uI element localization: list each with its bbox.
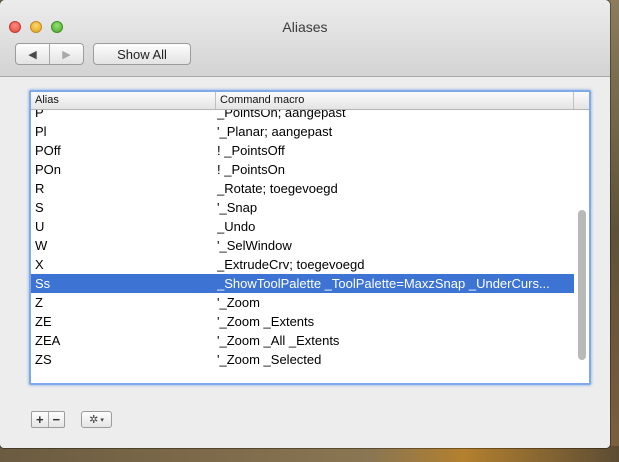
table-row[interactable]: W '_SelWindow <box>31 236 574 255</box>
alias-cell: ZS <box>35 352 52 367</box>
table-row[interactable]: X _ExtrudeCrv; toegevoegd <box>31 255 574 274</box>
scrollbar-thumb[interactable] <box>578 210 586 360</box>
table-row[interactable]: Z '_Zoom <box>31 293 574 312</box>
table-row[interactable]: ZEA '_Zoom _All _Extents <box>31 331 574 350</box>
alias-cell: P <box>35 110 44 120</box>
command-macro-cell: _Undo <box>217 219 256 234</box>
add-remove-control: + − <box>31 411 65 428</box>
title-bar: Aliases ◀ ▶ Show All <box>0 0 610 77</box>
chevron-down-icon: ▾ <box>100 416 104 424</box>
command-macro-cell: ! _PointsOn <box>217 162 285 177</box>
table-row[interactable]: Ss _ShowToolPalette _ToolPalette=MaxzSnap… <box>31 274 574 293</box>
table-row[interactable]: R _Rotate; toegevoegd <box>31 179 574 198</box>
desktop-background <box>609 0 619 462</box>
command-macro-cell: '_Zoom _Selected <box>217 352 322 367</box>
right-triangle-icon: ▶ <box>62 48 71 61</box>
alias-cell: U <box>35 219 45 234</box>
gear-icon: ✲ <box>89 414 99 426</box>
command-macro-cell: _Rotate; toegevoegd <box>217 181 338 196</box>
back-button[interactable]: ◀ <box>16 44 50 64</box>
alias-cell: S <box>35 200 44 215</box>
table-row[interactable]: ZE '_Zoom _Extents <box>31 312 574 331</box>
command-macro-cell: '_Planar; aangepast <box>217 124 333 139</box>
command-macro-cell: '_Zoom _Extents <box>217 314 315 329</box>
alias-cell: W <box>35 238 48 253</box>
command-macro-cell: ! _PointsOff <box>217 143 285 158</box>
vertical-scrollbar[interactable] <box>574 110 589 383</box>
aliases-table: Alias Command macro P _PointsOn; aangepas… <box>29 90 591 385</box>
table-row[interactable]: POff ! _PointsOff <box>31 141 574 160</box>
command-macro-cell: _PointsOn; aangepast <box>217 110 346 120</box>
table-row[interactable]: ZS '_Zoom _Selected <box>31 350 574 369</box>
command-macro-cell: _ExtrudeCrv; toegevoegd <box>217 257 365 272</box>
alias-cell: Pl <box>35 124 47 139</box>
alias-cell: ZEA <box>35 333 61 348</box>
left-triangle-icon: ◀ <box>28 48 37 61</box>
alias-cell: POn <box>35 162 62 177</box>
column-header-command-macro[interactable]: Command macro <box>215 92 304 109</box>
alias-cell: Ss <box>35 276 51 291</box>
column-header-filler <box>573 92 590 109</box>
command-macro-cell: '_Zoom _All _Extents <box>217 333 340 348</box>
table-header: Alias Command macro <box>31 92 589 110</box>
aliases-window: Aliases ◀ ▶ Show All Alias Command macro… <box>0 0 610 448</box>
show-all-button[interactable]: Show All <box>93 43 191 65</box>
alias-cell: Z <box>35 295 43 310</box>
command-macro-cell: _ShowToolPalette _ToolPalette=MaxzSnap _… <box>217 276 550 291</box>
table-body: P _PointsOn; aangepast Pl '_Planar; aangepa… <box>31 110 574 383</box>
table-row[interactable]: P _PointsOn; aangepast <box>31 110 574 122</box>
desktop-background-bottom <box>0 446 619 462</box>
window-title: Aliases <box>282 19 328 35</box>
remove-alias-button[interactable]: − <box>49 412 65 427</box>
alias-cell: POff <box>35 143 61 158</box>
table-row[interactable]: S '_Snap <box>31 198 574 217</box>
table-row[interactable]: U _Undo <box>31 217 574 236</box>
table-row[interactable]: POn ! _PointsOn <box>31 160 574 179</box>
alias-cell: R <box>35 181 45 196</box>
command-macro-cell: '_Zoom <box>217 295 260 310</box>
alias-cell: X <box>35 257 44 272</box>
alias-cell: ZE <box>35 314 52 329</box>
command-macro-cell: '_SelWindow <box>217 238 292 253</box>
command-macro-cell: '_Snap <box>217 200 258 215</box>
back-forward-control: ◀ ▶ <box>15 43 84 65</box>
table-row[interactable]: Pl '_Planar; aangepast <box>31 122 574 141</box>
column-header-alias[interactable]: Alias <box>35 94 59 106</box>
forward-button[interactable]: ▶ <box>50 44 83 64</box>
action-menu-button[interactable]: ✲ ▾ <box>81 411 112 428</box>
add-alias-button[interactable]: + <box>32 412 49 427</box>
